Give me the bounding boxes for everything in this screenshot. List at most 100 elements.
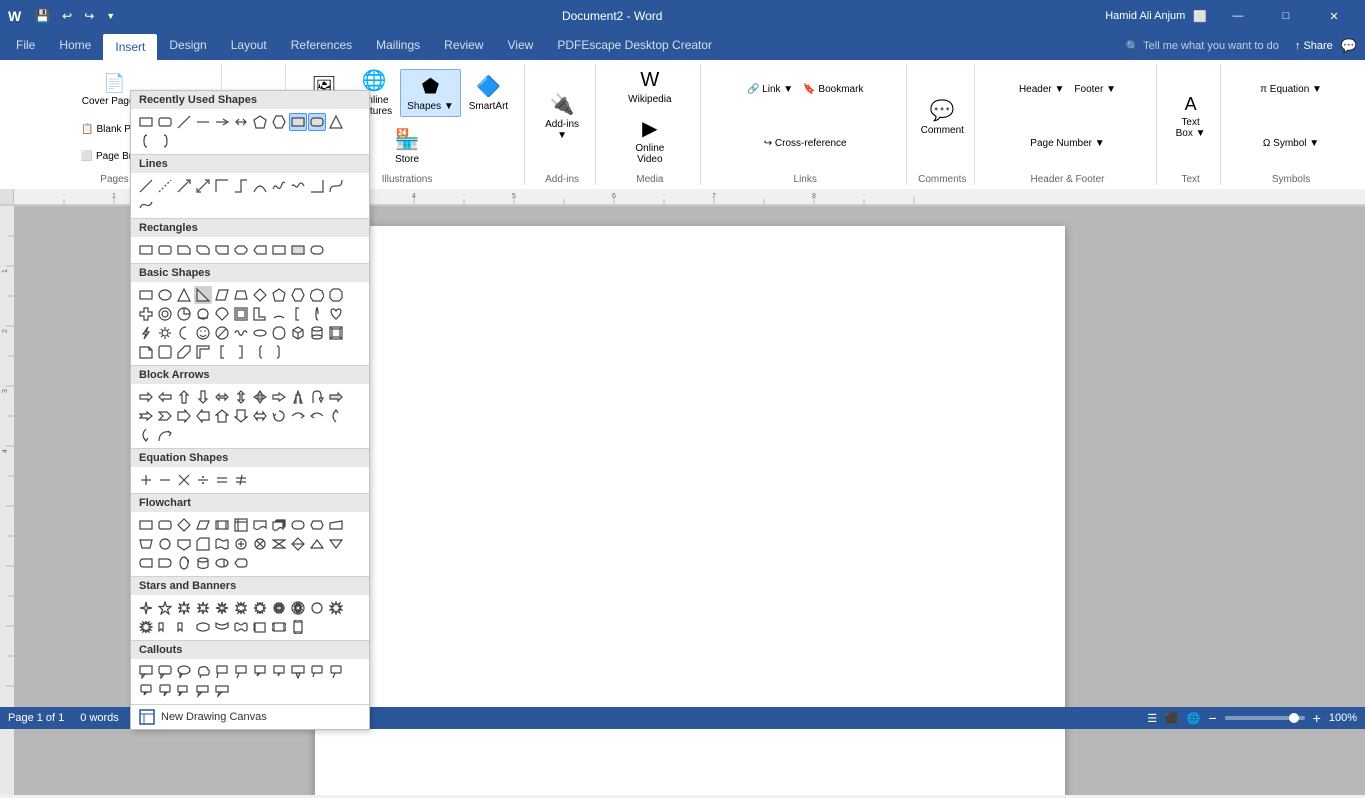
star-24pt[interactable]	[289, 599, 307, 617]
layout-normal-btn[interactable]: ☰	[1147, 712, 1157, 725]
quick-save[interactable]: 💾	[31, 7, 54, 25]
basic-heptagon[interactable]	[308, 286, 326, 304]
basic-parallelogram[interactable]	[213, 286, 231, 304]
fc-manual-input[interactable]	[327, 516, 345, 534]
textbox-btn[interactable]: A TextBox ▼	[1170, 90, 1212, 143]
tab-view[interactable]: View	[496, 32, 546, 60]
banner-v-scroll[interactable]	[289, 618, 307, 636]
maximize-btn[interactable]: □	[1263, 0, 1309, 32]
basic-frame[interactable]	[232, 305, 250, 323]
quick-undo[interactable]: ↩	[58, 7, 76, 25]
shape-line1[interactable]	[175, 113, 193, 131]
line-scribble[interactable]	[289, 177, 307, 195]
callout-cloud[interactable]	[194, 663, 212, 681]
eq-minus[interactable]	[156, 471, 174, 489]
line-elbow[interactable]	[213, 177, 231, 195]
share-btn[interactable]: ↑ Share	[1295, 40, 1333, 52]
basic-plaque[interactable]	[156, 343, 174, 361]
line-elbow2[interactable]	[232, 177, 250, 195]
callout-line1[interactable]	[213, 663, 231, 681]
arrow-curved-d[interactable]	[137, 426, 155, 444]
tab-design[interactable]: Design	[157, 32, 218, 60]
callout-nb4[interactable]	[156, 682, 174, 700]
rect-snip3[interactable]	[213, 241, 231, 259]
shape-rect[interactable]	[137, 113, 155, 131]
tab-insert[interactable]: Insert	[103, 34, 157, 60]
zoom-thumb[interactable]	[1289, 713, 1299, 723]
basic-arc[interactable]	[270, 305, 288, 323]
basic-pie[interactable]	[175, 305, 193, 323]
zoom-level[interactable]: 100%	[1329, 712, 1357, 724]
callout-accent3[interactable]	[213, 682, 231, 700]
comments-btn[interactable]: 💬	[1341, 38, 1357, 54]
arrow-swoosh[interactable]	[156, 426, 174, 444]
tell-me[interactable]: 🔍 Tell me what you want to do	[1125, 40, 1278, 53]
rect-snip6[interactable]	[270, 241, 288, 259]
tab-file[interactable]: File	[4, 32, 47, 60]
zoom-in-btn[interactable]: +	[1313, 710, 1321, 726]
basic-folded[interactable]	[137, 343, 155, 361]
arrow-quad-block[interactable]	[251, 388, 269, 406]
arrow-callout-left[interactable]	[194, 407, 212, 425]
fc-predef-process[interactable]	[213, 516, 231, 534]
line-arrow[interactable]	[175, 177, 193, 195]
basic-pentagon[interactable]	[270, 286, 288, 304]
line-dash[interactable]	[156, 177, 174, 195]
shape-rounded-rect[interactable]	[156, 113, 174, 131]
star-12pt[interactable]	[251, 599, 269, 617]
arrow-bent-u[interactable]	[289, 388, 307, 406]
basic-cube[interactable]	[289, 324, 307, 342]
fc-seq-access[interactable]	[175, 554, 193, 572]
basic-diamond[interactable]	[251, 286, 269, 304]
callout-rect[interactable]	[137, 663, 155, 681]
fc-delay[interactable]	[156, 554, 174, 572]
basic-cylinder[interactable]	[308, 324, 326, 342]
basic-bevel[interactable]	[327, 324, 345, 342]
callout-accent2[interactable]	[194, 682, 212, 700]
basic-octagon[interactable]	[327, 286, 345, 304]
layout-web-btn[interactable]: 🌐	[1187, 712, 1201, 725]
callout-oval[interactable]	[175, 663, 193, 681]
arrow-circular[interactable]	[270, 407, 288, 425]
basic-donut[interactable]	[251, 324, 269, 342]
fc-internal-storage[interactable]	[232, 516, 250, 534]
basic-right-bracket[interactable]	[232, 343, 250, 361]
fc-sort[interactable]	[289, 535, 307, 553]
fc-summing-jct[interactable]	[232, 535, 250, 553]
basic-smiley[interactable]	[194, 324, 212, 342]
new-drawing-canvas-item[interactable]: New Drawing Canvas	[131, 704, 369, 729]
fc-decision[interactable]	[175, 516, 193, 534]
rect-rounded[interactable]	[156, 241, 174, 259]
link-btn[interactable]: 🔗 Link ▼	[743, 82, 797, 97]
basic-trapezoid[interactable]	[232, 286, 250, 304]
fc-or[interactable]	[251, 535, 269, 553]
arrow-striped[interactable]	[327, 388, 345, 406]
basic-l-shape[interactable]	[251, 305, 269, 323]
basic-right-brace-icon[interactable]	[270, 343, 288, 361]
fc-data[interactable]	[194, 516, 212, 534]
star-10pt[interactable]	[232, 599, 250, 617]
star-7pt[interactable]	[194, 599, 212, 617]
basic-diagonal-stripe[interactable]	[175, 343, 193, 361]
star-8pt[interactable]	[213, 599, 231, 617]
arrow-curved-u[interactable]	[327, 407, 345, 425]
header-btn[interactable]: Header ▼	[1015, 82, 1068, 97]
arrow-callout-right[interactable]	[175, 407, 193, 425]
basic-chord[interactable]	[194, 305, 212, 323]
fc-multi-doc[interactable]	[270, 516, 288, 534]
explosion1[interactable]	[327, 599, 345, 617]
smartart-btn[interactable]: 🔷 SmartArt	[463, 70, 514, 116]
arrow-lr-block[interactable]	[213, 388, 231, 406]
basic-brace[interactable]	[308, 305, 326, 323]
callout-line3[interactable]	[251, 663, 269, 681]
fc-manual-op[interactable]	[137, 535, 155, 553]
fc-extract[interactable]	[308, 535, 326, 553]
fc-card[interactable]	[194, 535, 212, 553]
banner-down-ribbon[interactable]	[175, 618, 193, 636]
arrow-up-block[interactable]	[175, 388, 193, 406]
shape-pentagon[interactable]	[251, 113, 269, 131]
arrow-left-block[interactable]	[156, 388, 174, 406]
rect-snip2[interactable]	[194, 241, 212, 259]
equation-btn[interactable]: π Equation ▼	[1256, 82, 1326, 97]
tab-pdfcreator[interactable]: PDFEscape Desktop Creator	[545, 32, 724, 60]
